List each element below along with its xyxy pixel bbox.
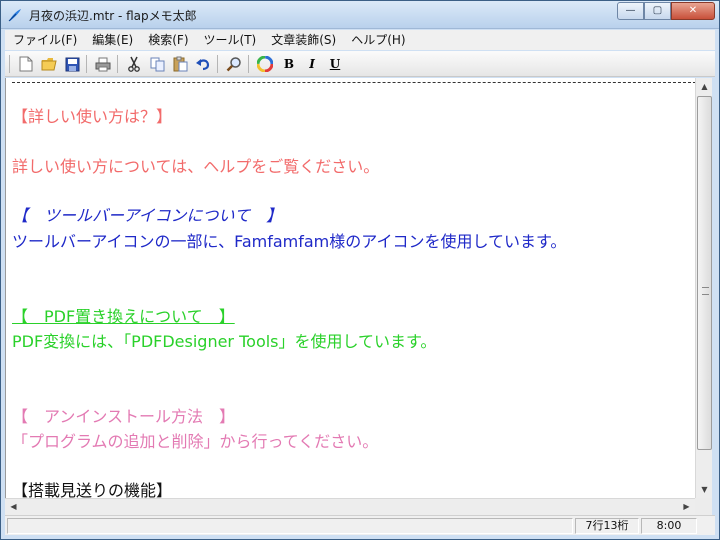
bold-button[interactable]: B xyxy=(280,55,298,73)
menu-edit[interactable]: 編集(E) xyxy=(84,30,140,50)
status-message xyxy=(7,518,573,534)
menu-format[interactable]: 文章装飾(S) xyxy=(263,30,343,50)
dashed-separator xyxy=(12,82,695,84)
toolbar-separator xyxy=(217,55,218,73)
open-folder-icon[interactable] xyxy=(40,55,58,73)
menu-help[interactable]: ヘルプ(H) xyxy=(343,30,412,50)
paragraph-uninstall: 「プログラムの追加と削除」から行ってください。 xyxy=(12,432,379,451)
scroll-down-arrow-icon[interactable]: ▼ xyxy=(696,481,713,498)
horizontal-scrollbar[interactable]: ◀ ▶ xyxy=(5,498,695,515)
heading-toolbar-icons: 【 ツールバーアイコンについて 】 xyxy=(12,206,283,225)
cut-scissors-icon[interactable] xyxy=(125,55,143,73)
status-bar: 7行13桁 8:00 xyxy=(5,515,715,535)
maximize-button[interactable]: ▢ xyxy=(644,2,671,20)
underline-button[interactable]: U xyxy=(326,55,344,73)
print-icon[interactable] xyxy=(94,55,112,73)
title-bar[interactable]: 月夜の浜辺.mtr - flapメモ太郎 — ▢ ✕ xyxy=(1,1,719,29)
vertical-scroll-thumb[interactable] xyxy=(697,96,712,450)
window-title: 月夜の浜辺.mtr - flapメモ太郎 xyxy=(29,9,197,23)
scroll-up-arrow-icon[interactable]: ▲ xyxy=(696,78,713,95)
text-editor[interactable]: 【詳しい使い方は？】 詳しい使い方については、ヘルプをご覧ください。 【 ツール… xyxy=(5,78,695,498)
toolbar: B I U xyxy=(5,51,715,77)
paragraph-pdf: PDF変換には、「PDFDesigner Tools」を使用しています。 xyxy=(12,332,437,351)
paragraph-toolbar-icons: ツールバーアイコンの一部に、Famfamfam様のアイコンを使用しています。 xyxy=(12,232,567,251)
toolbar-separator xyxy=(86,55,87,73)
toolbar-separator xyxy=(117,55,118,73)
undo-icon[interactable] xyxy=(194,55,212,73)
scrollbar-corner xyxy=(695,498,712,515)
menu-file[interactable]: ファイル(F) xyxy=(5,30,84,50)
minimize-button[interactable]: — xyxy=(617,2,644,20)
heading-uninstall: 【 アンインストール方法 】 xyxy=(12,407,236,426)
scroll-grip-icon xyxy=(702,287,709,295)
menu-search[interactable]: 検索(F) xyxy=(140,30,195,50)
app-window: 月夜の浜辺.mtr - flapメモ太郎 — ▢ ✕ ファイル(F) 編集(E)… xyxy=(0,0,720,540)
heading-deferred-features: 【搭載見送りの機能】 xyxy=(12,481,173,498)
heading-pdf: 【 PDF置き換えについて 】 xyxy=(12,307,235,326)
vertical-scrollbar[interactable]: ▲ ▼ xyxy=(695,78,712,498)
cursor-position: 7行13桁 xyxy=(575,518,639,534)
feather-app-icon xyxy=(7,7,23,23)
toolbar-separator xyxy=(248,55,249,73)
italic-button[interactable]: I xyxy=(303,55,321,73)
menu-bar: ファイル(F) 編集(E) 検索(F) ツール(T) 文章装飾(S) ヘルプ(H… xyxy=(5,30,715,50)
new-file-icon[interactable] xyxy=(17,55,35,73)
color-wheel-icon[interactable] xyxy=(256,55,274,73)
menu-tools[interactable]: ツール(T) xyxy=(196,30,264,50)
copy-icon[interactable] xyxy=(148,55,166,73)
heading-usage: 【詳しい使い方は？】 xyxy=(12,107,173,126)
paragraph-usage: 詳しい使い方については、ヘルプをご覧ください。 xyxy=(12,157,380,176)
scroll-left-arrow-icon[interactable]: ◀ xyxy=(5,499,22,516)
paste-icon[interactable] xyxy=(171,55,189,73)
status-time: 8:00 xyxy=(641,518,697,534)
save-disk-icon[interactable] xyxy=(63,55,81,73)
find-magnifier-icon[interactable] xyxy=(225,55,243,73)
scroll-right-arrow-icon[interactable]: ▶ xyxy=(678,499,695,516)
close-button[interactable]: ✕ xyxy=(671,2,715,20)
toolbar-grip xyxy=(9,55,10,73)
